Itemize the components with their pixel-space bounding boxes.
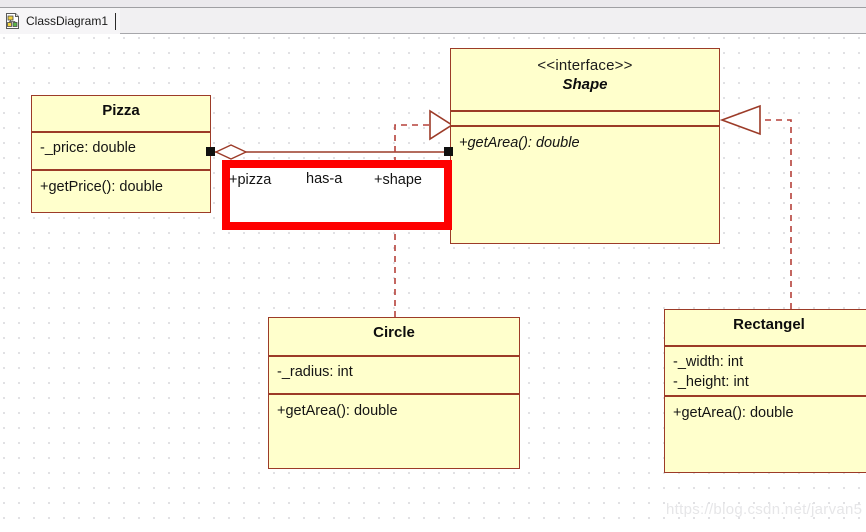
uml-attribute: -_height: int: [673, 374, 749, 390]
association-pizza-shape: [211, 144, 448, 160]
uml-attribute: -_width: int: [673, 354, 744, 370]
association-anchor-shape[interactable]: [444, 147, 453, 156]
tab-classdiagram1[interactable]: ClassDiagram1: [0, 8, 121, 34]
uml-class-circle-name: Circle: [373, 324, 415, 341]
editor-tab-bar: ClassDiagram1: [0, 8, 866, 34]
association-target-role-label: +shape: [374, 172, 422, 188]
uml-interface-shape-name: Shape: [562, 76, 608, 93]
aggregation-diamond: [214, 144, 248, 160]
uml-class-circle[interactable]: Circle -_radius: int +getArea(): double: [268, 317, 520, 469]
uml-stereotype-label: <<interface>>: [537, 57, 633, 74]
tab-text-caret: [115, 12, 117, 30]
realization-rectangel-shape: [719, 104, 792, 309]
uml-operation: +getPrice(): double: [40, 179, 163, 195]
association-name-label: has-a: [306, 171, 343, 187]
realization-triangle-circle: [429, 109, 454, 141]
uml-operation: +getArea(): double: [673, 405, 794, 421]
uml-editor-window: ClassDiagram1 +pizza has-a +shape Pizza …: [0, 0, 866, 532]
uml-operation: +getArea(): double: [459, 135, 580, 151]
uml-class-pizza-attributes: -_price: double: [32, 133, 210, 171]
uml-operation: +getArea(): double: [277, 403, 398, 419]
uml-interface-shape-attributes: [451, 112, 719, 127]
toolbar-strip: [0, 0, 866, 8]
association-source-role-label: +pizza: [229, 172, 272, 188]
uml-attribute: -_radius: int: [277, 364, 353, 380]
uml-attribute: -_price: double: [40, 140, 136, 156]
tab-label: ClassDiagram1: [26, 14, 109, 28]
uml-class-pizza[interactable]: Pizza -_price: double +getPrice(): doubl…: [31, 95, 211, 213]
watermark-text: https://blog.csdn.net/jarvan5: [666, 501, 863, 518]
diagram-canvas[interactable]: +pizza has-a +shape Pizza -_price: doubl…: [0, 35, 866, 532]
uml-class-pizza-header: Pizza: [32, 96, 210, 133]
uml-class-rectangel-name: Rectangel: [733, 316, 805, 333]
uml-interface-shape-operations: +getArea(): double: [451, 127, 719, 159]
realization-triangle-rectangel: [719, 104, 761, 136]
uml-class-circle-attributes: -_radius: int: [269, 357, 519, 395]
class-diagram-icon: [6, 13, 19, 29]
uml-class-rectangel[interactable]: Rectangel -_width: int -_height: int +ge…: [664, 309, 866, 473]
uml-class-pizza-name: Pizza: [102, 102, 140, 119]
association-anchor-pizza[interactable]: [206, 147, 215, 156]
uml-class-pizza-operations: +getPrice(): double: [32, 171, 210, 203]
uml-class-rectangel-attributes: -_width: int -_height: int: [665, 347, 866, 397]
uml-class-circle-header: Circle: [269, 318, 519, 357]
uml-class-circle-operations: +getArea(): double: [269, 395, 519, 427]
uml-interface-shape[interactable]: <<interface>> Shape +getArea(): double: [450, 48, 720, 244]
uml-interface-shape-header: <<interface>> Shape: [451, 49, 719, 112]
uml-class-rectangel-header: Rectangel: [665, 310, 866, 347]
uml-class-rectangel-operations: +getArea(): double: [665, 397, 866, 429]
